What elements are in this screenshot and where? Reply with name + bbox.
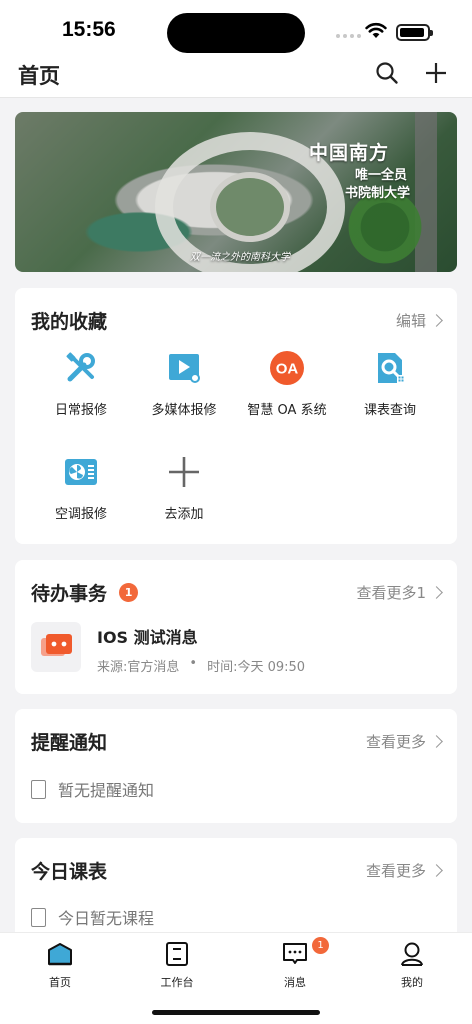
todo-header: 待办事务 1	[31, 579, 139, 606]
tools-icon	[66, 352, 95, 382]
search-icon[interactable]	[375, 61, 399, 85]
favorites-card: 我的收藏 编辑 日常报修 多媒体报修 OA 智慧 OA 系统 课表查询 空调报修…	[15, 288, 457, 544]
banner-courtyard	[210, 172, 290, 242]
message-app-icon	[31, 622, 81, 672]
tab-home[interactable]: 首页	[20, 941, 100, 990]
favorites-title: 我的收藏	[31, 311, 108, 333]
tab-messages[interactable]: 1 消息	[255, 937, 335, 990]
favorite-label: 日常报修	[54, 403, 107, 418]
favorite-label: 多媒体报修	[151, 403, 217, 418]
home-indicator[interactable]	[152, 1010, 320, 1015]
favorite-add[interactable]: 去添加	[130, 455, 238, 522]
banner-caption: 双一流之外的南科大学	[190, 252, 290, 263]
tab-workbench[interactable]: 工作台	[137, 941, 217, 990]
todo-more-label: 查看更多1	[356, 584, 426, 602]
document-icon	[31, 907, 46, 927]
chevron-right-icon	[430, 864, 443, 877]
todo-badge: 1	[119, 583, 139, 602]
schedule-more-label: 查看更多	[365, 862, 426, 880]
timetable-search-icon	[378, 353, 405, 383]
todo-item-time: 时间:今天 09:50	[207, 660, 306, 675]
chevron-right-icon	[430, 314, 443, 327]
todo-item-meta: 来源:官方消息 • 时间:今天 09:50	[97, 656, 305, 675]
workbench-icon	[166, 942, 188, 966]
schedule-title: 今日课表	[31, 861, 108, 883]
page-title: 首页	[18, 64, 60, 88]
status-bar: 15:56	[0, 0, 472, 58]
home-icon	[48, 943, 72, 966]
dynamic-island	[167, 13, 305, 53]
todo-more-button[interactable]: 查看更多1	[356, 582, 443, 603]
favorite-timetable-search[interactable]: 课表查询	[336, 351, 444, 418]
profile-icon	[401, 942, 423, 966]
svg-text:OA: OA	[276, 361, 299, 378]
reminders-empty-text: 暂无提醒通知	[58, 781, 155, 800]
oa-icon: OA	[270, 351, 304, 385]
favorite-label: 课表查询	[363, 403, 416, 418]
favorite-daily-repair[interactable]: 日常报修	[27, 351, 135, 418]
favorite-label: 智慧 OA 系统	[247, 403, 327, 418]
add-icon[interactable]	[424, 61, 448, 85]
chevron-right-icon	[430, 735, 443, 748]
schedule-empty: 今日暂无课程	[31, 905, 154, 929]
nav-bar: 首页	[0, 58, 472, 98]
edit-label: 编辑	[395, 312, 426, 330]
chevron-right-icon	[430, 586, 443, 599]
reminders-more-label: 查看更多	[365, 733, 426, 751]
signal-icon	[336, 34, 361, 38]
reminders-card: 提醒通知 查看更多 暂无提醒通知	[15, 709, 457, 823]
media-icon	[169, 354, 200, 383]
reminders-more-button[interactable]: 查看更多	[365, 731, 443, 752]
banner-subline-2: 书院制大学	[345, 186, 411, 201]
plus-icon	[169, 457, 199, 487]
message-icon	[283, 943, 307, 964]
schedule-empty-text: 今日暂无课程	[58, 909, 155, 928]
banner-subline: 唯一全员	[355, 168, 408, 183]
favorite-label: 空调报修	[54, 507, 107, 522]
edit-button[interactable]: 编辑	[395, 310, 443, 331]
tab-label: 消息	[284, 976, 306, 989]
todo-item-title: IOS 测试消息	[97, 628, 198, 647]
favorite-media-repair[interactable]: 多媒体报修	[130, 351, 238, 418]
todo-title: 待办事务	[31, 583, 108, 605]
status-time: 15:56	[62, 18, 116, 41]
reminders-title: 提醒通知	[31, 732, 108, 754]
reminders-empty: 暂无提醒通知	[31, 777, 154, 801]
messages-badge: 1	[312, 937, 329, 954]
todo-item[interactable]: IOS 测试消息 来源:官方消息 • 时间:今天 09:50	[31, 622, 441, 675]
schedule-more-button[interactable]: 查看更多	[365, 860, 443, 881]
battery-icon	[396, 24, 433, 41]
air-conditioner-icon	[65, 459, 97, 485]
campus-banner[interactable]: 中国南方 唯一全员 书院制大学 双一流之外的南科大学	[15, 112, 457, 272]
todo-card: 待办事务 1 查看更多1 IOS 测试消息 来源:官方消息 • 时间:今天 09…	[15, 560, 457, 694]
tab-label: 工作台	[160, 976, 194, 989]
tab-label: 首页	[49, 976, 71, 989]
favorite-ac-repair[interactable]: 空调报修	[27, 455, 135, 522]
tab-label: 我的	[401, 976, 423, 989]
document-icon	[31, 779, 46, 799]
separator-dot: •	[189, 656, 198, 671]
todo-item-source: 来源:官方消息	[97, 660, 180, 675]
tab-profile[interactable]: 我的	[372, 941, 452, 990]
banner-headline: 中国南方	[309, 142, 390, 164]
wifi-icon	[365, 22, 387, 38]
favorite-label: 去添加	[164, 507, 204, 522]
favorite-smart-oa[interactable]: OA 智慧 OA 系统	[233, 351, 341, 418]
